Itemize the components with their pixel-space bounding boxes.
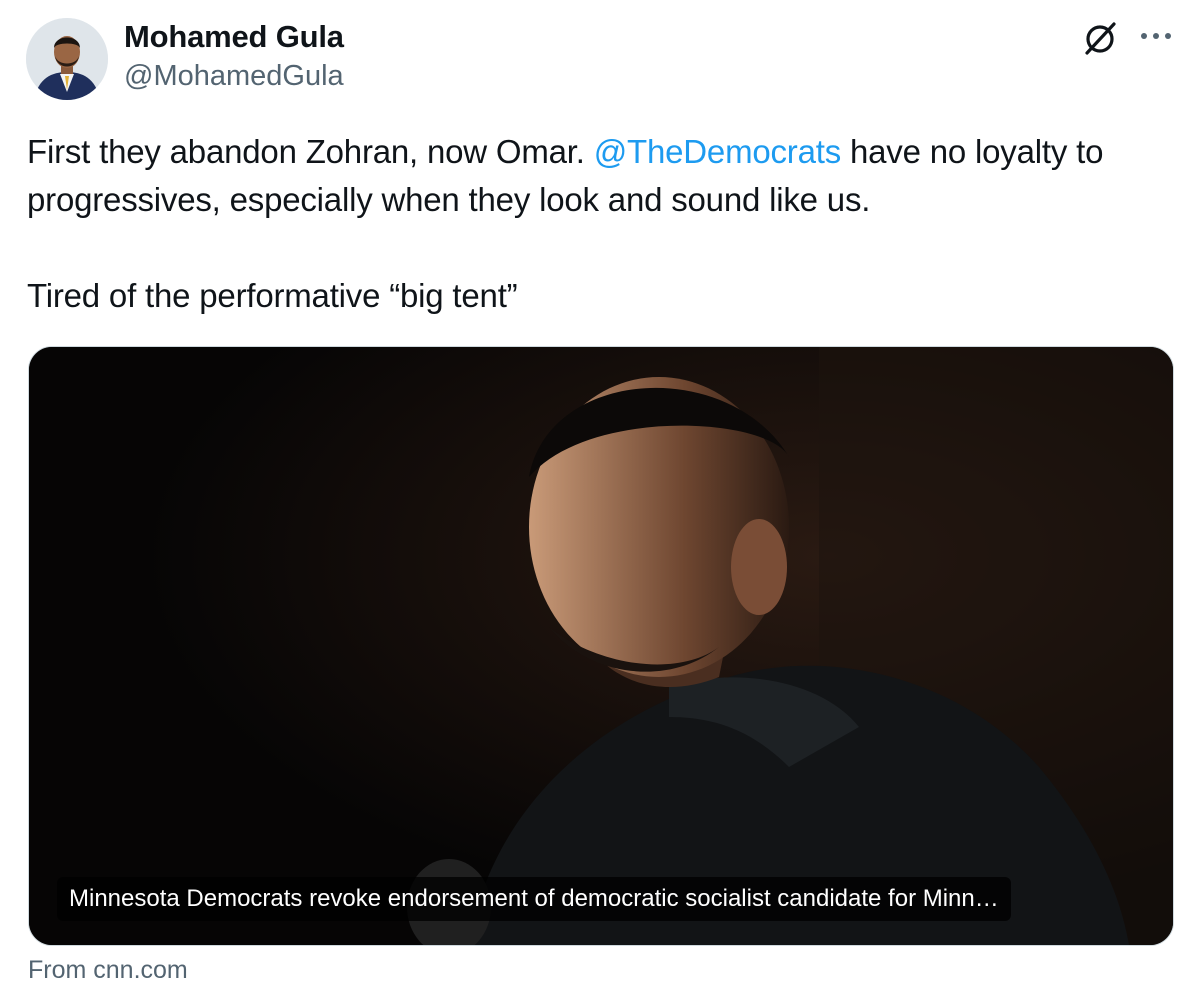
profile-photo — [26, 18, 108, 100]
link-card-title: Minnesota Democrats revoke endorsement o… — [57, 877, 1011, 921]
tweet-paragraph-2: Tired of the performative “big tent” — [27, 277, 518, 314]
tweet-text: First they abandon Zohran, now Omar. @Th… — [27, 128, 1177, 320]
tweet-paragraph-1: First they abandon Zohran, now Omar. @Th… — [27, 128, 1177, 224]
handle[interactable]: @MohamedGula — [124, 60, 344, 93]
link-card-image — [29, 347, 1173, 945]
mention-link[interactable]: @TheDemocrats — [594, 133, 842, 170]
tweet-text-start: First they abandon Zohran, now Omar. — [27, 133, 594, 170]
link-card-source[interactable]: From cnn.com — [28, 956, 188, 985]
avatar[interactable] — [26, 18, 108, 100]
grok-icon[interactable] — [1080, 18, 1120, 58]
display-name[interactable]: Mohamed Gula — [124, 19, 344, 55]
link-card[interactable]: Minnesota Democrats revoke endorsement o… — [28, 346, 1174, 946]
more-dots-icon[interactable] — [1138, 22, 1174, 50]
